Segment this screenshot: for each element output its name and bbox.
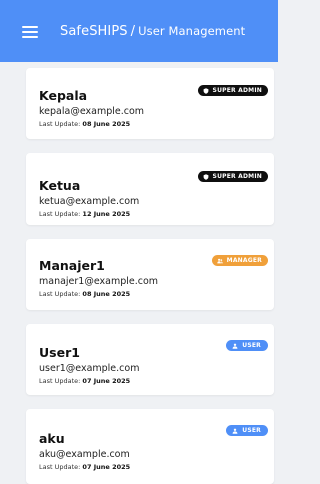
role-label: USER: [242, 342, 261, 349]
role-badge: MANAGER: [211, 255, 268, 266]
shield-icon: [203, 87, 208, 94]
user-email: ketua@example.com: [39, 196, 140, 207]
role-badge: SUPER ADMIN: [197, 85, 268, 96]
hamburger-menu-icon[interactable]: [22, 25, 38, 38]
last-update-date: 08 June 2025: [82, 120, 131, 128]
user-email: manajer1@example.com: [39, 276, 159, 287]
user-name: Ketua: [39, 178, 81, 193]
last-update-label: Last Update:: [39, 210, 81, 218]
last-update-date: 07 June 2025: [82, 463, 131, 471]
last-update-label: Last Update:: [39, 290, 81, 298]
person-icon: [232, 428, 238, 434]
role-badge: SUPER ADMIN: [197, 171, 268, 182]
user-email: user1@example.com: [39, 363, 140, 374]
role-label: USER: [242, 427, 261, 434]
last-update: Last Update: 07 June 2025: [39, 377, 130, 385]
role-badge: USER: [226, 425, 268, 436]
users-icon: [216, 258, 223, 263]
user-name: User1: [39, 345, 80, 360]
last-update: Last Update: 12 June 2025: [39, 210, 130, 218]
user-name: Kepala: [39, 88, 88, 103]
last-update: Last Update: 08 June 2025: [39, 120, 130, 128]
user-email: aku@example.com: [39, 449, 130, 460]
user-email: kepala@example.com: [39, 106, 145, 117]
last-update-label: Last Update:: [39, 120, 81, 128]
title-separator: /: [130, 23, 136, 39]
last-update-date: 08 June 2025: [82, 290, 131, 298]
user-card[interactable]: aku aku@example.com Last Update: 07 June…: [26, 409, 274, 484]
app-bar: SafeSHIPS / User Management: [0, 0, 278, 62]
last-update: Last Update: 07 June 2025: [39, 463, 130, 471]
user-card[interactable]: Manajer1 manajer1@example.com Last Updat…: [26, 239, 274, 310]
last-update: Last Update: 08 June 2025: [39, 290, 130, 298]
last-update-date: 07 June 2025: [82, 377, 131, 385]
role-label: SUPER ADMIN: [212, 87, 262, 94]
role-label: MANAGER: [226, 257, 262, 264]
user-card[interactable]: Kepala kepala@example.com Last Update: 0…: [26, 68, 274, 139]
person-icon: [232, 343, 238, 349]
role-label: SUPER ADMIN: [212, 173, 262, 180]
last-update-label: Last Update:: [39, 377, 81, 385]
user-card[interactable]: Ketua ketua@example.com Last Update: 12 …: [26, 153, 274, 225]
app-title-text: SafeSHIPS: [60, 23, 128, 39]
user-name: aku: [39, 431, 65, 446]
last-update-date: 12 June 2025: [82, 210, 131, 218]
page-title: SafeSHIPS / User Management: [60, 24, 245, 39]
last-update-label: Last Update:: [39, 463, 81, 471]
user-name: Manajer1: [39, 258, 105, 273]
shield-icon: [203, 173, 208, 180]
user-card[interactable]: User1 user1@example.com Last Update: 07 …: [26, 324, 274, 395]
role-badge: USER: [226, 340, 268, 351]
app-subtitle-text: User Management: [138, 23, 246, 38]
